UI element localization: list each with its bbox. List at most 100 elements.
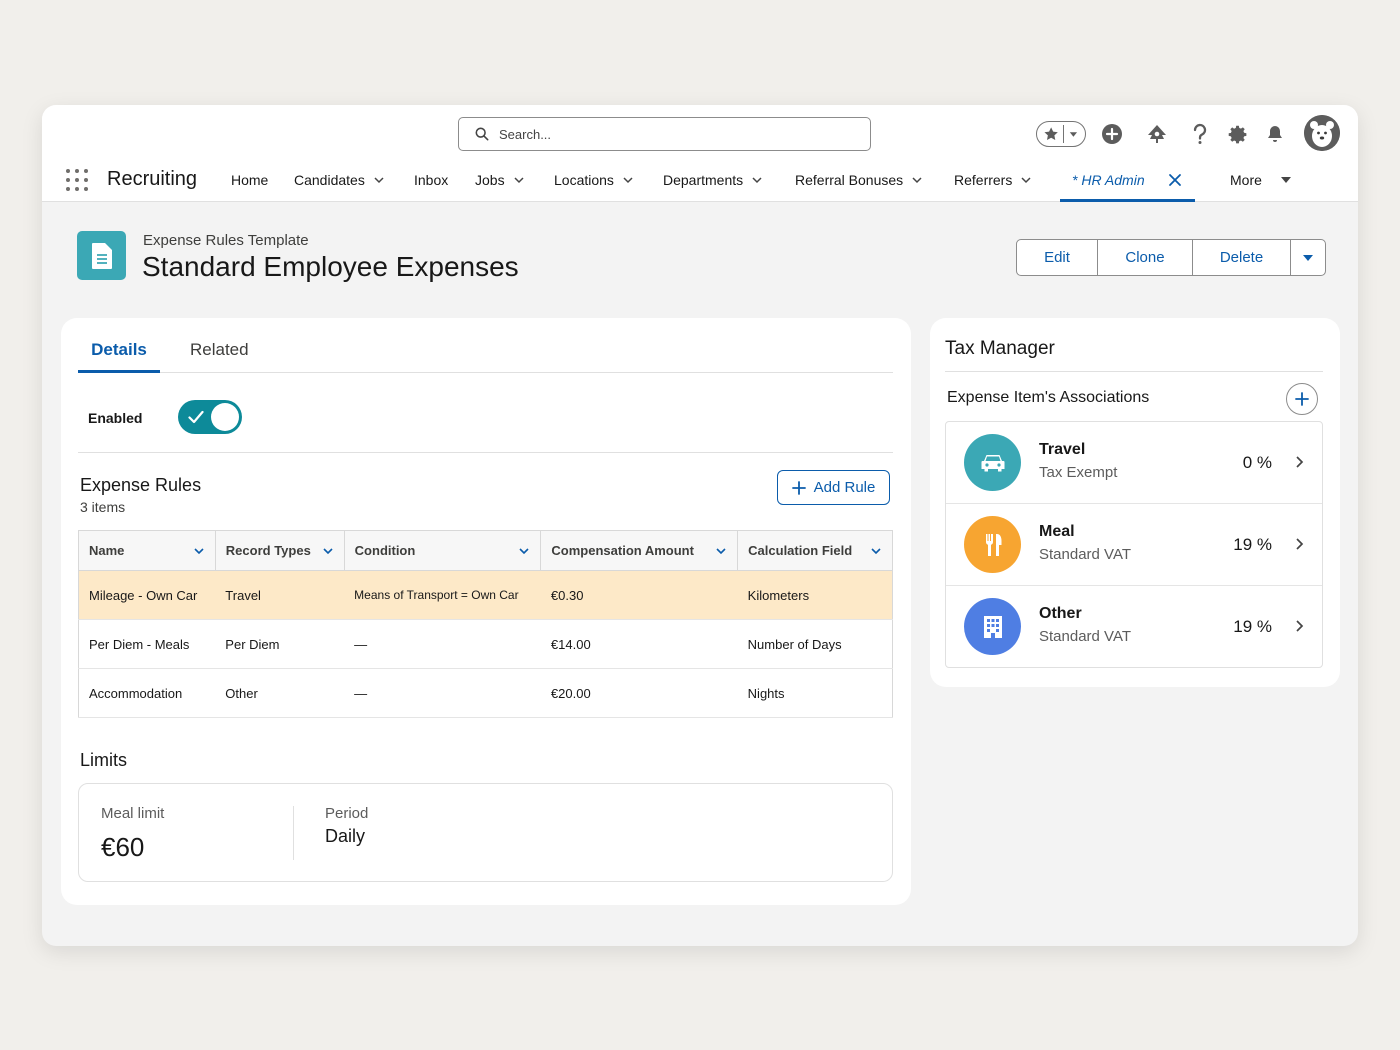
travel-icon-badge (964, 434, 1021, 491)
other-icon-badge (964, 598, 1021, 655)
chevron-down-icon[interactable] (518, 545, 530, 557)
nav-item-label: Jobs (475, 172, 505, 188)
period-label: Period (325, 805, 369, 822)
chevron-down-icon[interactable] (715, 545, 727, 557)
car-icon (981, 454, 1004, 471)
add-icon (1295, 392, 1309, 406)
nav-item-referrers[interactable]: Referrers (954, 172, 1032, 188)
chevron-right-icon[interactable] (1292, 619, 1306, 633)
record-actions: Edit Clone Delete (1016, 239, 1326, 276)
nav-item-label: Inbox (414, 172, 449, 188)
add-association-button[interactable] (1286, 383, 1318, 415)
chevron-down-icon[interactable] (751, 174, 763, 186)
help-icon (1193, 123, 1207, 144)
nav-item-home[interactable]: Home (231, 172, 268, 188)
list-item-meal[interactable]: Meal Standard VAT 19 % (946, 504, 1322, 586)
expense-rules-table: Name Record Types Condition Compensation… (78, 530, 893, 718)
fork-knife-icon (985, 533, 1001, 556)
nav-item-locations[interactable]: Locations (554, 172, 634, 188)
chevron-down-icon (1069, 132, 1078, 137)
chevron-right-icon[interactable] (1292, 537, 1306, 551)
trailhead-button[interactable] (1144, 117, 1170, 151)
nav-item-jobs[interactable]: Jobs (475, 172, 525, 188)
column-header-record-types[interactable]: Record Types (215, 530, 345, 571)
divider (945, 371, 1323, 372)
notifications-button[interactable] (1263, 117, 1287, 151)
chevron-down-icon[interactable] (911, 174, 923, 186)
enabled-toggle[interactable] (178, 400, 242, 434)
column-header-compensation-amount[interactable]: Compensation Amount (540, 530, 739, 571)
column-header-calculation-field[interactable]: Calculation Field (737, 530, 893, 571)
nav-more-menu[interactable]: More (1230, 172, 1292, 188)
column-label: Condition (354, 543, 416, 558)
nav-item-candidates[interactable]: Candidates (294, 172, 385, 188)
clone-button[interactable]: Clone (1097, 239, 1193, 276)
setup-button[interactable] (1226, 117, 1250, 151)
table-row[interactable]: Accommodation Other — €20.00 Nights (78, 668, 893, 718)
chevron-down-icon[interactable] (622, 174, 634, 186)
limits-box: Meal limit €60 Period Daily (78, 783, 893, 882)
edit-button[interactable]: Edit (1016, 239, 1098, 276)
tax-rate: 19 % (1233, 535, 1272, 554)
tab-hr-admin[interactable]: * HR Admin (1060, 160, 1195, 202)
table-cell: Mileage - Own Car (78, 570, 216, 620)
nav-item-label: Locations (554, 172, 614, 188)
table-row[interactable]: Mileage - Own Car Travel Means of Transp… (78, 570, 893, 620)
search-icon (475, 127, 489, 141)
gear-icon (1228, 125, 1246, 143)
nav-item-inbox[interactable]: Inbox (414, 172, 448, 188)
tax-rate: 0 % (1242, 453, 1272, 472)
table-cell: Nights (737, 668, 893, 718)
avatar[interactable] (1304, 115, 1340, 151)
tab-related[interactable]: Related (190, 340, 249, 360)
list-item-other[interactable]: Other Standard VAT 19 % (946, 586, 1322, 667)
divider (293, 806, 294, 860)
tab-label: * HR Admin (1072, 172, 1145, 188)
app-navigation: Recruiting Home Candidates Inbox Jobs Lo… (42, 160, 1358, 202)
table-cell: Number of Days (737, 619, 893, 669)
global-search[interactable] (458, 117, 871, 151)
list-item-travel[interactable]: Travel Tax Exempt 0 % (946, 422, 1322, 504)
item-subtitle: Standard VAT (1039, 546, 1131, 563)
chevron-down-icon[interactable] (373, 174, 385, 186)
close-icon[interactable] (1168, 173, 1182, 187)
record-object-label: Expense Rules Template (143, 232, 309, 249)
chevron-down-icon[interactable] (1020, 174, 1032, 186)
section-title: Limits (80, 750, 128, 770)
nav-item-departments[interactable]: Departments (663, 172, 763, 188)
meal-limit-value: €60 (101, 832, 145, 862)
app-launcher-icon[interactable] (66, 169, 88, 191)
chevron-down-icon[interactable] (870, 545, 882, 557)
item-name: Meal (1039, 523, 1075, 540)
app-window: Recruiting Home Candidates Inbox Jobs Lo… (42, 105, 1358, 946)
chevron-down-icon[interactable] (193, 545, 205, 557)
table-cell: Per Diem (215, 619, 345, 669)
chevron-down-icon[interactable] (513, 174, 525, 186)
global-add-button[interactable] (1099, 117, 1125, 151)
add-rule-label: Add Rule (813, 479, 876, 496)
more-actions-button[interactable] (1290, 239, 1326, 276)
table-row[interactable]: Per Diem - Meals Per Diem — €14.00 Numbe… (78, 619, 893, 669)
search-input[interactable] (499, 126, 839, 142)
tab-details[interactable]: Details (78, 340, 160, 373)
nav-item-label: Candidates (294, 172, 365, 188)
chevron-down-icon[interactable] (322, 545, 334, 557)
table-cell: — (344, 619, 541, 669)
toggle-knob (211, 403, 239, 431)
global-header: Recruiting Home Candidates Inbox Jobs Lo… (42, 105, 1358, 202)
divider (78, 452, 893, 453)
chevron-right-icon[interactable] (1292, 455, 1306, 469)
column-label: Compensation Amount (551, 543, 694, 558)
section-title: Expense Item's Associations (947, 389, 1150, 406)
nav-item-referral-bonuses[interactable]: Referral Bonuses (795, 172, 923, 188)
table-cell: Kilometers (737, 570, 893, 620)
table-cell: — (344, 668, 541, 718)
table-cell: €0.30 (540, 570, 738, 620)
help-button[interactable] (1188, 117, 1212, 151)
favorites-button[interactable] (1036, 121, 1086, 147)
column-header-name[interactable]: Name (78, 530, 216, 571)
column-header-condition[interactable]: Condition (344, 530, 542, 571)
add-rule-button[interactable]: Add Rule (777, 470, 890, 505)
table-cell: €20.00 (540, 668, 738, 718)
delete-button[interactable]: Delete (1192, 239, 1291, 276)
